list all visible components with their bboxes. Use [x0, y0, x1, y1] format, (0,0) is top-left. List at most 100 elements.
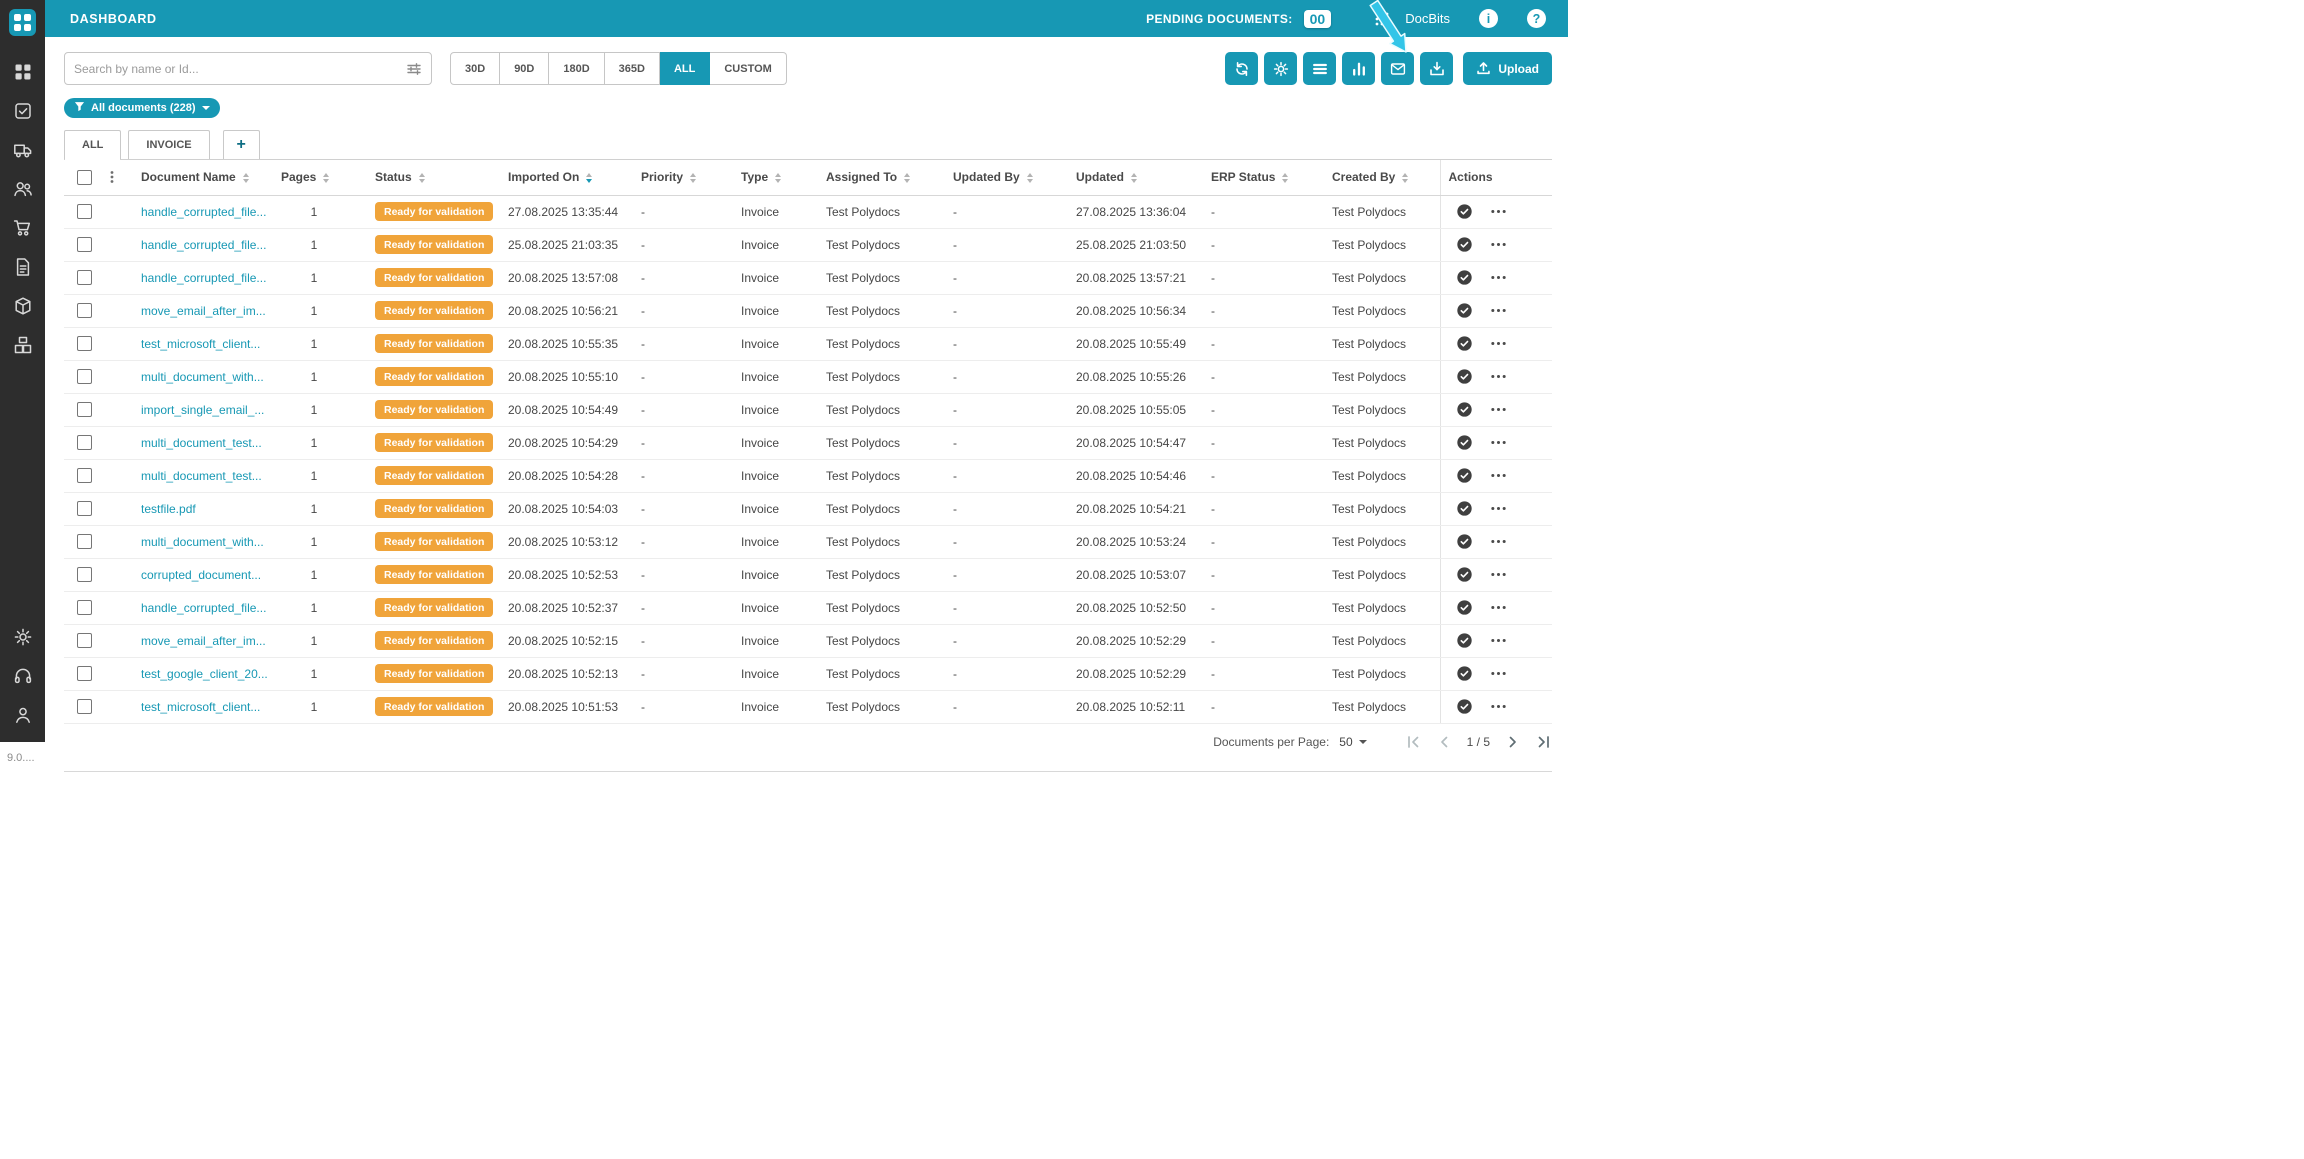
upload-button[interactable]: Upload: [1463, 52, 1552, 85]
range-button-custom[interactable]: CUSTOM: [710, 52, 787, 85]
validate-check-icon[interactable]: [1456, 401, 1473, 418]
validate-check-icon[interactable]: [1456, 236, 1473, 253]
shipping-truck-icon[interactable]: [13, 140, 33, 160]
settings-icon[interactable]: [13, 627, 33, 647]
more-actions-icon[interactable]: [1490, 236, 1507, 253]
sort-icon[interactable]: [1026, 173, 1033, 184]
users-icon[interactable]: [13, 179, 33, 199]
cart-icon[interactable]: [13, 218, 33, 238]
analytics-button[interactable]: [1342, 52, 1376, 85]
more-actions-icon[interactable]: [1490, 599, 1507, 616]
sort-icon[interactable]: [1402, 173, 1409, 184]
document-link[interactable]: move_email_after_im...: [141, 304, 266, 318]
more-actions-icon[interactable]: [1490, 500, 1507, 517]
more-actions-icon[interactable]: [1490, 401, 1507, 418]
column-menu-icon[interactable]: [105, 170, 129, 184]
docbits-logo-icon[interactable]: [9, 9, 36, 36]
row-checkbox[interactable]: [77, 666, 92, 682]
row-checkbox[interactable]: [77, 336, 92, 352]
invoices-icon[interactable]: [13, 257, 33, 277]
range-button-90d[interactable]: 90D: [500, 52, 550, 85]
more-actions-icon[interactable]: [1490, 368, 1507, 385]
row-checkbox[interactable]: [77, 402, 92, 418]
document-link[interactable]: handle_corrupted_file...: [141, 271, 266, 285]
sort-icon[interactable]: [1282, 173, 1289, 184]
document-link[interactable]: multi_document_with...: [141, 370, 264, 384]
more-actions-icon[interactable]: [1490, 269, 1507, 286]
validate-check-icon[interactable]: [1456, 368, 1473, 385]
document-link[interactable]: handle_corrupted_file...: [141, 238, 266, 252]
row-checkbox[interactable]: [77, 435, 92, 451]
row-checkbox[interactable]: [77, 468, 92, 484]
validate-check-icon[interactable]: [1456, 335, 1473, 352]
app-grid-icon[interactable]: [1374, 11, 1390, 27]
validate-check-icon[interactable]: [1456, 698, 1473, 715]
range-button-365d[interactable]: 365D: [604, 52, 660, 85]
sort-icon[interactable]: [323, 173, 330, 184]
more-actions-icon[interactable]: [1490, 632, 1507, 649]
validate-check-icon[interactable]: [1456, 434, 1473, 451]
support-headset-icon[interactable]: [13, 666, 33, 686]
row-checkbox[interactable]: [77, 534, 92, 550]
previous-page-button[interactable]: [1436, 734, 1452, 750]
add-tab-button[interactable]: +: [222, 130, 260, 159]
row-checkbox[interactable]: [77, 600, 92, 616]
more-actions-icon[interactable]: [1490, 665, 1507, 682]
range-button-30d[interactable]: 30D: [450, 52, 501, 85]
validate-check-icon[interactable]: [1456, 533, 1473, 550]
sort-icon[interactable]: [1131, 173, 1137, 184]
document-link[interactable]: test_google_client_20...: [141, 667, 268, 681]
email-button[interactable]: [1381, 52, 1415, 85]
validate-check-icon[interactable]: [1456, 632, 1473, 649]
row-checkbox[interactable]: [77, 501, 92, 517]
validate-check-icon[interactable]: [1456, 269, 1473, 286]
more-actions-icon[interactable]: [1490, 203, 1507, 220]
validate-check-icon[interactable]: [1456, 599, 1473, 616]
import-button[interactable]: [1420, 52, 1454, 85]
next-page-button[interactable]: [1505, 734, 1521, 750]
validate-check-icon[interactable]: [1456, 566, 1473, 583]
row-checkbox[interactable]: [77, 303, 92, 319]
row-checkbox[interactable]: [77, 567, 92, 583]
help-icon[interactable]: ?: [1527, 9, 1546, 28]
sync-button[interactable]: [1225, 52, 1259, 85]
dashboard-icon[interactable]: [13, 62, 33, 82]
row-checkbox[interactable]: [77, 369, 92, 385]
document-link[interactable]: import_single_email_...: [141, 403, 264, 417]
tab-all[interactable]: ALL: [64, 130, 122, 160]
document-link[interactable]: handle_corrupted_file...: [141, 601, 266, 615]
document-link[interactable]: test_microsoft_client...: [141, 700, 260, 714]
select-all-checkbox[interactable]: [77, 169, 92, 185]
sort-icon[interactable]: [775, 173, 782, 184]
document-link[interactable]: multi_document_test...: [141, 436, 262, 450]
validate-check-icon[interactable]: [1456, 500, 1473, 517]
list-button[interactable]: [1303, 52, 1337, 85]
more-actions-icon[interactable]: [1490, 302, 1507, 319]
documents-filter-chip[interactable]: All documents (228): [64, 98, 220, 118]
profile-icon[interactable]: [13, 705, 33, 725]
more-actions-icon[interactable]: [1490, 698, 1507, 715]
document-link[interactable]: multi_document_test...: [141, 469, 262, 483]
row-checkbox[interactable]: [77, 204, 92, 220]
packages-icon[interactable]: [13, 335, 33, 355]
sort-icon[interactable]: [904, 173, 911, 184]
more-actions-icon[interactable]: [1490, 434, 1507, 451]
range-button-all[interactable]: ALL: [659, 52, 711, 85]
row-checkbox[interactable]: [77, 633, 92, 649]
more-actions-icon[interactable]: [1490, 467, 1507, 484]
tab-invoice[interactable]: INVOICE: [128, 130, 210, 159]
last-page-button[interactable]: [1536, 734, 1552, 750]
more-actions-icon[interactable]: [1490, 566, 1507, 583]
document-link[interactable]: handle_corrupted_file...: [141, 205, 266, 219]
validate-check-icon[interactable]: [1456, 665, 1473, 682]
info-icon[interactable]: i: [1479, 9, 1498, 28]
tasks-icon[interactable]: [13, 101, 33, 121]
document-link[interactable]: corrupted_document...: [141, 568, 261, 582]
validate-check-icon[interactable]: [1456, 203, 1473, 220]
sort-icon-active[interactable]: [586, 173, 593, 184]
range-button-180d[interactable]: 180D: [549, 52, 605, 85]
search-filter-icon[interactable]: [406, 61, 422, 77]
document-link[interactable]: test_microsoft_client...: [141, 337, 260, 351]
search-input[interactable]: [74, 61, 406, 76]
more-actions-icon[interactable]: [1490, 335, 1507, 352]
